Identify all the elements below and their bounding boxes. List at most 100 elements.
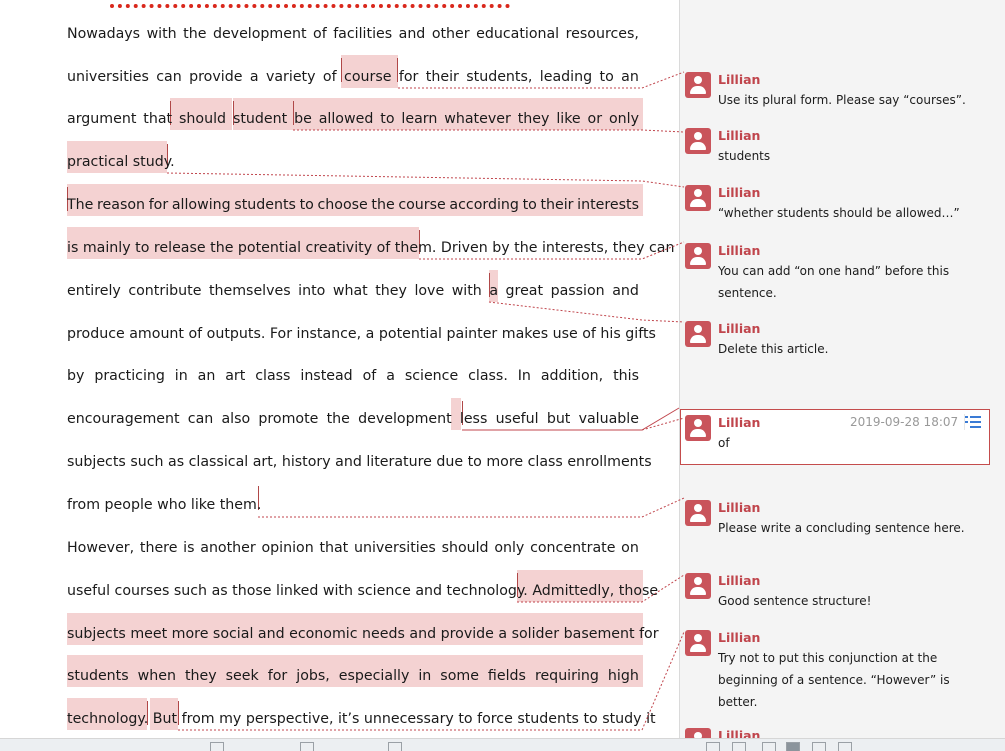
comment-author: Lillian (718, 128, 761, 143)
word: the (326, 411, 350, 427)
word: and (612, 283, 639, 299)
word: choose (317, 197, 368, 213)
text-line[interactable]: students when they seek for jobs, especially in… (67, 664, 639, 688)
text-line[interactable]: from people who like them. (67, 493, 639, 517)
word: facilities (333, 26, 393, 42)
word: course (398, 197, 446, 213)
word: they (375, 283, 407, 299)
comment-text: of (718, 436, 730, 450)
word: less (459, 411, 488, 427)
word: an (197, 368, 216, 384)
word: development (358, 411, 452, 427)
comment-text: You can add “on one hand” before this se… (718, 264, 950, 300)
word: the (371, 197, 395, 213)
text-line[interactable]: by practicing in an art class instead of a scienc… (67, 364, 639, 388)
word: of (322, 69, 337, 85)
text-line[interactable]: useful courses such as those linked with… (67, 579, 658, 603)
word: student (232, 111, 288, 127)
word: there (139, 540, 178, 556)
text-line[interactable]: However, there is another opinion that univers… (67, 536, 639, 560)
word: according (449, 197, 519, 213)
word: universities (67, 69, 149, 85)
word: students (67, 668, 129, 684)
word: technology. But from my perspective, it’… (67, 711, 656, 727)
word: encouragement (67, 411, 180, 427)
word: also (221, 411, 251, 427)
word: reason (97, 197, 146, 213)
text-line[interactable]: Nowadays with the development of facilities an… (67, 22, 639, 46)
word: educational (476, 26, 560, 42)
word: class (255, 368, 291, 384)
text-line[interactable]: subjects such as classical art, history … (67, 450, 652, 474)
word: jobs, (296, 668, 330, 684)
word: students (234, 197, 296, 213)
status-bar (0, 738, 1005, 751)
word: with (146, 26, 177, 42)
word: allowing (171, 197, 231, 213)
text-line[interactable]: practical study. (67, 150, 639, 174)
text-line[interactable]: encouragement can also promote the developmen… (67, 407, 639, 431)
comment-panel[interactable]: Lillian Use its plural form. Please say “… (679, 0, 1005, 738)
comment-author: Lillian (718, 72, 761, 87)
word: into (298, 283, 326, 299)
word: especially (338, 668, 410, 684)
word: provide (189, 69, 243, 85)
word: great (505, 283, 544, 299)
word: fields (487, 668, 526, 684)
text-line[interactable]: is mainly to release the potential creat… (67, 236, 674, 260)
word: some (440, 668, 479, 684)
word: However, (67, 540, 135, 556)
word: The (67, 197, 94, 213)
word: instead (300, 368, 353, 384)
word: in (418, 668, 432, 684)
text-line[interactable]: The reason for allowing students to choose the c… (67, 193, 639, 217)
word: development (212, 26, 307, 42)
user-avatar-icon (685, 500, 711, 526)
document-page[interactable]: Nowadays with the development of facilities an… (0, 0, 679, 738)
word: is mainly to release the potential creat… (67, 240, 675, 256)
word: is (183, 540, 195, 556)
word: students, (466, 69, 533, 85)
comment-author: Lillian (718, 728, 761, 738)
comment-author: Lillian (718, 573, 761, 588)
word: argument (67, 111, 137, 127)
user-avatar-icon (685, 243, 711, 269)
comment-author: Lillian (718, 321, 761, 336)
comment-author: Lillian (718, 415, 761, 430)
word: addition, (540, 368, 604, 384)
word: practical study. (67, 154, 175, 170)
word: universities (353, 540, 436, 556)
word: only (608, 111, 639, 127)
word: to (380, 111, 395, 127)
word: on (621, 540, 639, 556)
word: and (398, 26, 426, 42)
word: useful courses such as those linked with… (67, 583, 659, 599)
word: In (517, 368, 531, 384)
word: a (386, 368, 395, 384)
word: to (599, 69, 614, 85)
word: produce amount of outputs. For instance,… (67, 326, 656, 342)
word: promote (258, 411, 319, 427)
list-menu-icon[interactable] (964, 414, 982, 430)
word: from people who like them. (67, 497, 262, 513)
word: with (451, 283, 482, 299)
word: of (362, 368, 377, 384)
text-line[interactable]: subjects meet more social and economic n… (67, 622, 659, 646)
word: for (398, 69, 419, 85)
user-avatar-icon (685, 185, 711, 211)
word: by (67, 368, 85, 384)
word: or (587, 111, 603, 127)
text-line[interactable]: universities can provide a variety of course fo… (67, 65, 639, 89)
word: opinion (261, 540, 314, 556)
comment-text: Delete this article. (718, 342, 829, 356)
text-line[interactable]: entirely contribute themselves into what they… (67, 279, 639, 303)
text-line[interactable]: argument that should student be allowed to lear… (67, 107, 639, 131)
title-spellcheck-underline (110, 0, 510, 8)
text-line[interactable]: produce amount of outputs. For instance,… (67, 322, 656, 346)
word: a (489, 283, 499, 299)
word: contribute (128, 283, 202, 299)
word: that (143, 111, 173, 127)
word: can (156, 69, 182, 85)
word: themselves (208, 283, 291, 299)
text-line[interactable]: technology. But from my perspective, it’… (67, 707, 656, 731)
